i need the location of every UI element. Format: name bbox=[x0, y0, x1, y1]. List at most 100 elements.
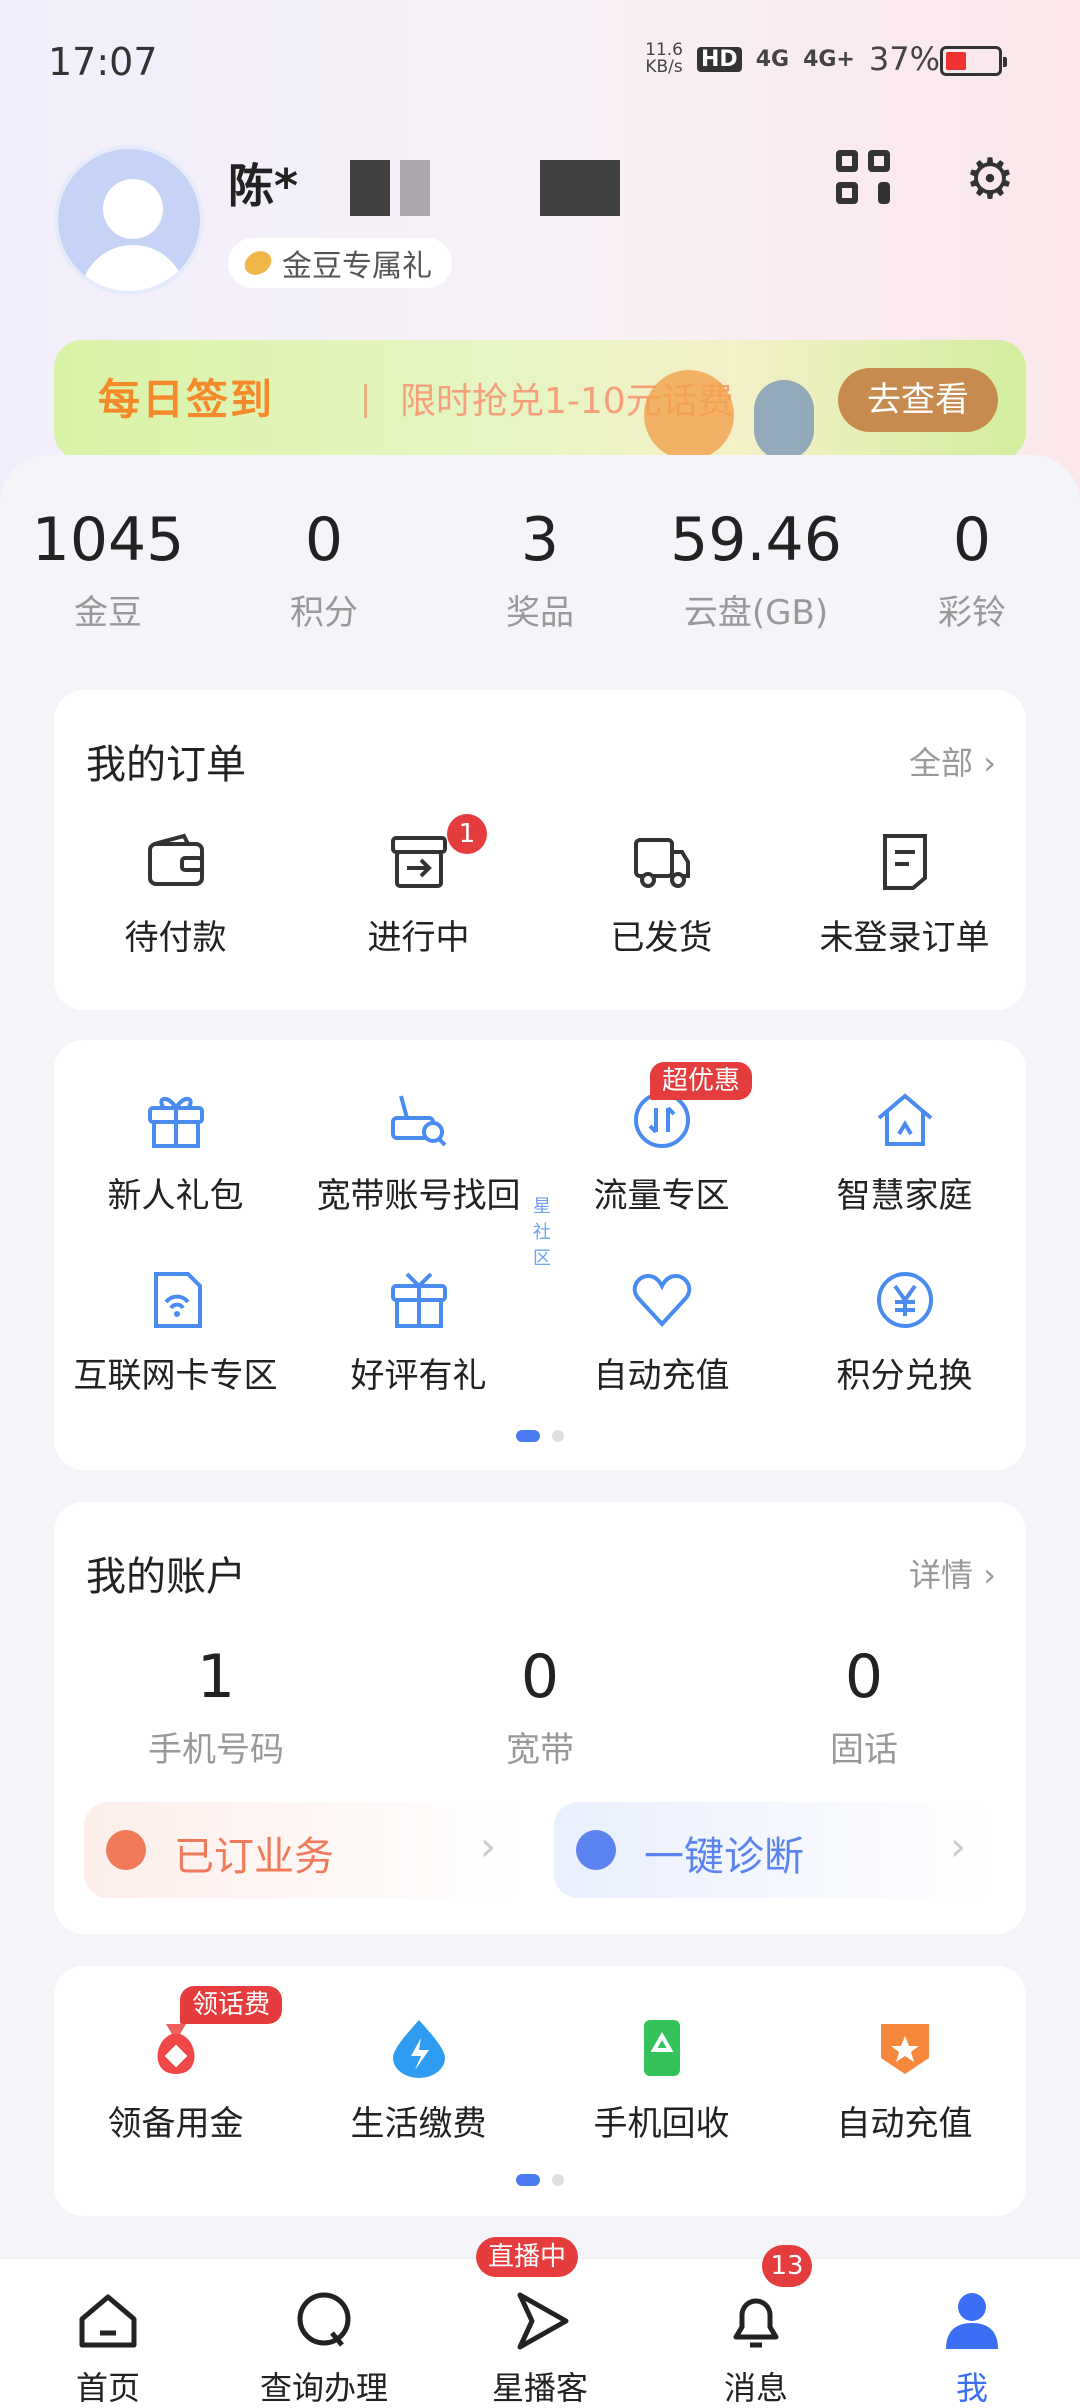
account-item-broadband[interactable]: 0 宽带 bbox=[378, 1642, 702, 1771]
signal-4g-plus-icon: 4G+ bbox=[803, 46, 855, 72]
star-shield-icon bbox=[880, 2024, 929, 2074]
tab-label: 首页 bbox=[75, 2369, 140, 2407]
tab-label: 查询办理 bbox=[259, 2369, 388, 2407]
home-icon bbox=[877, 1093, 932, 1146]
stats-row: 1045 金豆 0 积分 3 奖品 59.46 云盘(GB) 0 彩铃 bbox=[0, 505, 1080, 655]
account-item-landline[interactable]: 0 固话 bbox=[702, 1642, 1026, 1771]
account-label: 宽带 bbox=[506, 1730, 574, 1770]
tool-label: 领备用金 bbox=[107, 2104, 244, 2144]
stat-item[interactable]: 3 奖品 bbox=[432, 505, 648, 634]
stat-label: 金豆 bbox=[74, 593, 142, 633]
money-bag-icon bbox=[157, 2024, 194, 2074]
tab-me[interactable]: 我 bbox=[864, 2259, 1080, 2408]
order-item-shipped[interactable]: 已发货 bbox=[540, 830, 783, 959]
service-new-user-gift[interactable]: 新人礼包 bbox=[54, 1088, 297, 1217]
banner-button[interactable]: 去查看 bbox=[838, 368, 998, 432]
account-more-link[interactable]: 详情 › bbox=[909, 1550, 996, 1596]
stat-label: 彩铃 bbox=[938, 593, 1006, 633]
chevron-right-icon: › bbox=[983, 744, 996, 782]
banner-illustration bbox=[754, 380, 814, 460]
order-item-pending-payment[interactable]: 待付款 bbox=[54, 830, 297, 959]
account-value: 0 bbox=[844, 1642, 884, 1712]
tab-star-podcast[interactable]: 直播中 星播客 bbox=[432, 2237, 648, 2408]
tag-label: 金豆专属礼 bbox=[282, 249, 432, 284]
banner-divider bbox=[364, 384, 367, 418]
live-badge: 直播中 bbox=[476, 2237, 579, 2277]
stat-item[interactable]: 1045 金豆 bbox=[0, 505, 216, 634]
play-tab-icon bbox=[517, 2292, 569, 2350]
account-value: 0 bbox=[520, 1642, 560, 1712]
chevron-right-icon: › bbox=[480, 1824, 496, 1870]
service-label: 好评有礼 bbox=[350, 1356, 487, 1396]
stat-value: 0 bbox=[304, 505, 344, 575]
tools-card: 领备用金 领话费 生活缴费 手机回收 自动充值 bbox=[54, 1966, 1026, 2216]
service-good-review[interactable]: 好评有礼 bbox=[297, 1268, 540, 1397]
tool-reserve-fund[interactable]: 领备用金 领话费 bbox=[54, 1986, 297, 2145]
service-data-zone[interactable]: 流量专区 超优惠 bbox=[540, 1062, 783, 1217]
service-points-exchange[interactable]: 积分兑换 bbox=[783, 1268, 1026, 1397]
home-tab-icon bbox=[79, 2294, 137, 2348]
tool-label: 自动充值 bbox=[836, 2104, 973, 2144]
one-click-diagnosis-button[interactable]: 一键诊断 › bbox=[554, 1802, 994, 1898]
status-icons: 11.6 KB/s HD 4G 4G+ 37% bbox=[645, 40, 940, 78]
sign-in-banner[interactable]: 每日签到 限时抢兑1-10元话费 去查看 bbox=[54, 340, 1026, 460]
avatar[interactable] bbox=[54, 145, 204, 295]
box-icon bbox=[390, 836, 447, 888]
chevron-right-icon: › bbox=[983, 1556, 996, 1594]
stat-item[interactable]: 59.46 云盘(GB) bbox=[648, 505, 864, 634]
stat-value: 59.46 bbox=[670, 505, 842, 575]
tool-auto-recharge[interactable]: 自动充值 bbox=[783, 2016, 1026, 2145]
order-count-badge: 1 bbox=[447, 814, 487, 854]
service-label: 宽带账号找回 bbox=[316, 1176, 521, 1216]
redacted-phone bbox=[540, 160, 620, 216]
service-label: 互联网卡专区 bbox=[73, 1356, 278, 1396]
order-item-label: 进行中 bbox=[367, 918, 470, 958]
subscribed-services-button[interactable]: 已订业务 › bbox=[84, 1802, 524, 1898]
tab-label: 消息 bbox=[723, 2369, 788, 2407]
net-speed: 11.6 KB/s bbox=[645, 40, 683, 77]
service-label: 智慧家庭 bbox=[836, 1176, 973, 1216]
service-list-icon bbox=[106, 1830, 146, 1870]
service-internet-card[interactable]: 互联网卡专区 bbox=[54, 1268, 297, 1397]
battery-icon bbox=[940, 46, 1007, 76]
tool-phone-recycle[interactable]: 手机回收 bbox=[540, 2016, 783, 2145]
service-label: 流量专区 bbox=[593, 1176, 730, 1216]
orders-more-link[interactable]: 全部 › bbox=[909, 738, 996, 784]
hd-icon: HD bbox=[697, 46, 742, 72]
banner-title: 每日签到 bbox=[98, 375, 275, 424]
more-label: 详情 bbox=[909, 1556, 974, 1594]
gold-bean-tag[interactable]: 金豆专属礼 bbox=[228, 238, 452, 288]
order-item-in-progress[interactable]: 进行中 1 bbox=[297, 814, 540, 959]
tool-label: 手机回收 bbox=[593, 2104, 730, 2144]
stat-item[interactable]: 0 积分 bbox=[216, 505, 432, 634]
page-indicator bbox=[54, 1430, 1026, 1442]
qr-code-icon[interactable] bbox=[836, 150, 890, 204]
user-tab-icon bbox=[946, 2293, 998, 2349]
stat-item[interactable]: 0 彩铃 bbox=[864, 505, 1080, 634]
gear-icon[interactable]: ⚙ bbox=[960, 150, 1020, 210]
service-label: 积分兑换 bbox=[836, 1356, 973, 1396]
sim-icon bbox=[153, 1272, 202, 1328]
heart-icon bbox=[632, 1273, 691, 1327]
service-label: 新人礼包 bbox=[107, 1176, 244, 1216]
stat-value: 1045 bbox=[31, 505, 185, 575]
order-item-label: 已发货 bbox=[610, 918, 713, 958]
tab-query[interactable]: 查询办理 bbox=[216, 2259, 432, 2408]
tool-life-payment[interactable]: 生活缴费 bbox=[297, 2016, 540, 2145]
router-search-icon bbox=[390, 1095, 446, 1147]
account-item-phone[interactable]: 1 手机号码 bbox=[54, 1642, 378, 1771]
service-broadband-recover[interactable]: 宽带账号找回 星社区 bbox=[297, 1088, 551, 1269]
redacted-phone bbox=[350, 160, 390, 216]
truck-icon bbox=[633, 838, 690, 888]
status-bar: 17:07 11.6 KB/s HD 4G 4G+ 37% bbox=[0, 0, 1080, 120]
stat-label: 云盘(GB) bbox=[683, 593, 829, 633]
tab-messages[interactable]: 13 消息 bbox=[648, 2245, 864, 2408]
yen-icon bbox=[876, 1272, 933, 1328]
wallet-icon bbox=[147, 833, 204, 886]
order-item-unlogged[interactable]: 未登录订单 bbox=[783, 830, 1026, 959]
service-smart-home[interactable]: 智慧家庭 bbox=[783, 1088, 1026, 1217]
bell-tab-icon bbox=[733, 2298, 779, 2348]
service-auto-recharge[interactable]: 自动充值 bbox=[540, 1268, 783, 1397]
tab-home[interactable]: 首页 bbox=[0, 2259, 216, 2408]
battery-percent: 37% bbox=[868, 40, 940, 78]
